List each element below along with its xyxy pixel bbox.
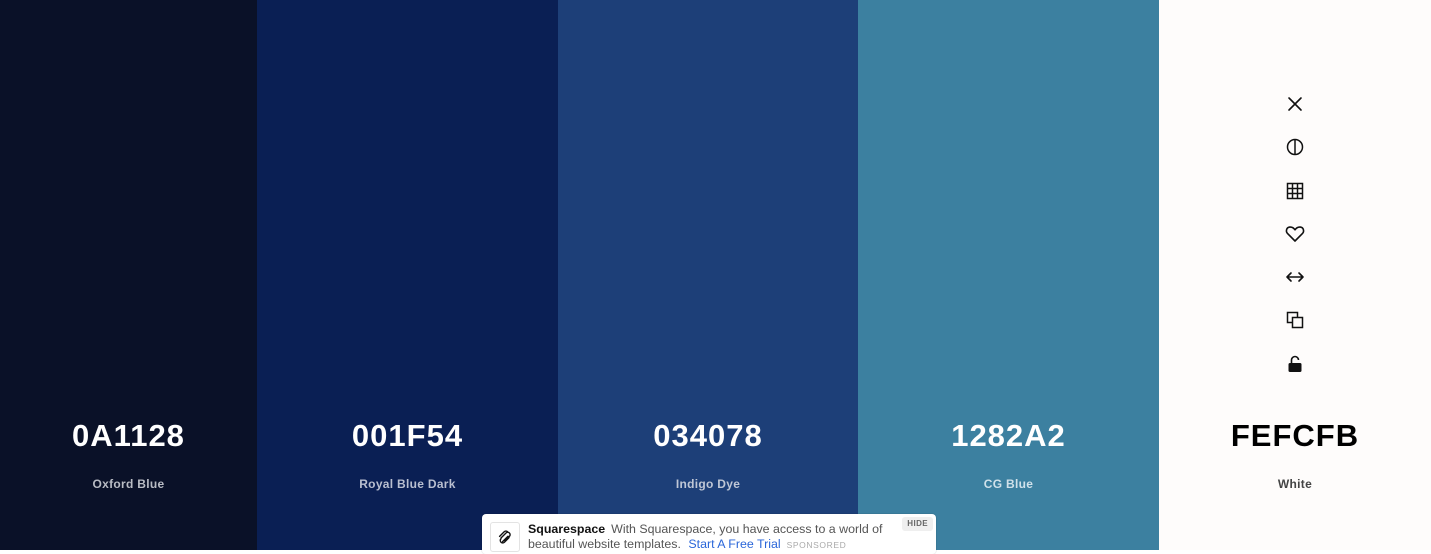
swatch-color-name[interactable]: Indigo Dye [558,477,858,491]
shades-grid-icon[interactable] [1282,178,1308,204]
ad-text: Squarespace With Squarespace, you have ac… [528,522,903,553]
unlock-icon[interactable] [1282,351,1308,377]
swatch-indigo-dye[interactable]: 034078 Indigo Dye [558,0,858,550]
ad-cta-link[interactable]: Start A Free Trial [688,537,780,551]
swatch-hex-code[interactable]: FEFCFB [1159,418,1431,454]
ad-hide-button[interactable]: HIDE [902,517,933,531]
swatch-cg-blue[interactable]: 1282A2 CG Blue [858,0,1159,550]
swatch-oxford-blue[interactable]: 0A1128 Oxford Blue [0,0,257,550]
copy-icon[interactable] [1282,307,1308,333]
swatch-white[interactable]: FEFCFB White [1159,0,1431,550]
sponsored-ad-banner[interactable]: Squarespace With Squarespace, you have ac… [482,514,936,554]
squarespace-logo-icon [490,522,520,552]
swatch-hex-code[interactable]: 001F54 [257,418,558,454]
color-palette: 0A1128 Oxford Blue 001F54 Royal Blue Dar… [0,0,1431,550]
swatch-color-name[interactable]: White [1159,477,1431,491]
swatch-toolbar [1159,91,1431,394]
swatch-color-name[interactable]: Royal Blue Dark [257,477,558,491]
swatch-hex-code[interactable]: 0A1128 [0,418,257,454]
heart-icon[interactable] [1282,221,1308,247]
ad-brand: Squarespace [528,522,606,536]
ad-sponsored-label: SPONSORED [786,540,847,550]
swatch-color-name[interactable]: CG Blue [858,477,1159,491]
swatch-hex-code[interactable]: 034078 [558,418,858,454]
swatch-color-name[interactable]: Oxford Blue [0,477,257,491]
swatch-hex-code[interactable]: 1282A2 [858,418,1159,454]
contrast-icon[interactable] [1282,134,1308,160]
close-icon[interactable] [1282,91,1308,117]
swatch-royal-blue-dark[interactable]: 001F54 Royal Blue Dark [257,0,558,550]
drag-arrows-icon[interactable] [1282,264,1308,290]
